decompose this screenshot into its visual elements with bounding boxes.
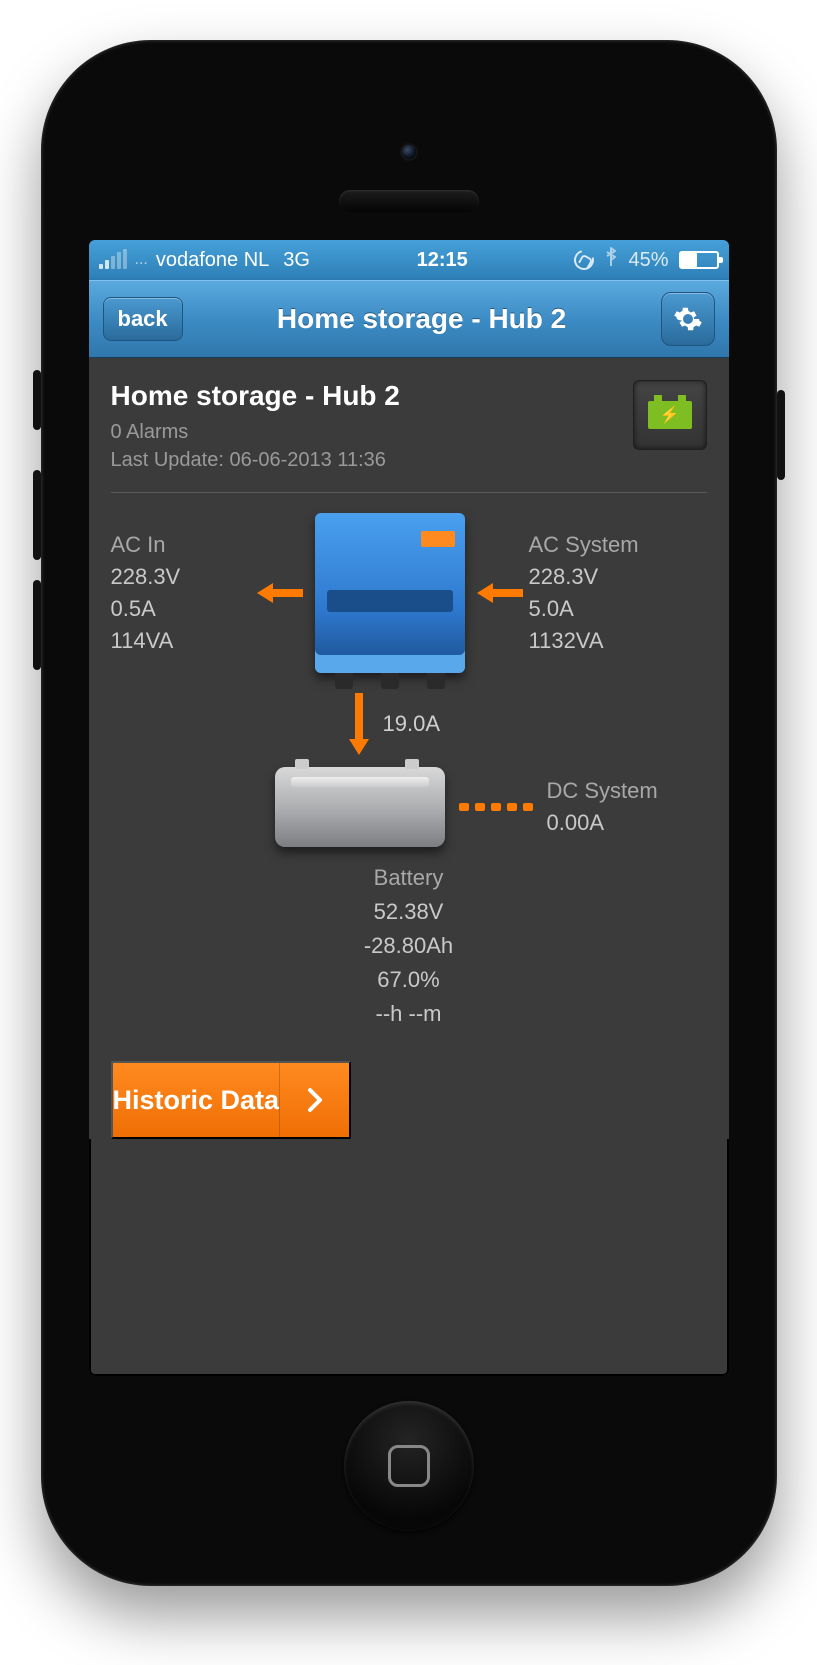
historic-data-label: Historic Data [113,1085,280,1116]
last-update: Last Update: 06-06-2013 11:36 [111,446,619,474]
inverter-icon [315,513,465,673]
ac-in-block: AC In 228.3V 0.5A 114VA [111,529,251,657]
arrow-left-icon [477,583,523,603]
home-button[interactable] [344,1401,474,1531]
phone-speaker [339,190,479,212]
bluetooth-icon [604,246,618,274]
ac-system-label: AC System [529,529,689,561]
historic-data-button[interactable]: Historic Data [111,1061,352,1139]
alarms-count: 0 Alarms [111,418,619,446]
dc-system-label: DC System [547,775,658,807]
battery-ttg: --h --m [111,997,707,1031]
nav-bar: back Home storage - Hub 2 [89,280,729,358]
phone-side-button [33,580,41,670]
battery-ah: -28.80Ah [111,929,707,963]
network-label: 3G [283,249,310,272]
ac-in-label: AC In [111,529,251,561]
phone-side-button [777,390,785,480]
power-diagram: AC In 228.3V 0.5A 114VA A [111,513,707,1031]
ac-in-voltage: 228.3V [111,561,251,593]
battery-icon [275,767,445,847]
flow-dashes-icon [459,803,533,811]
summary-header: Home storage - Hub 2 0 Alarms Last Updat… [111,380,707,474]
content: Home storage - Hub 2 0 Alarms Last Updat… [89,358,729,1139]
phone-side-button [33,370,41,430]
status-bar: ... vodafone NL 3G 12:15 45% [89,240,729,280]
divider [111,492,707,493]
phone-frame: ... vodafone NL 3G 12:15 45% back Home s… [41,40,777,1586]
settings-button[interactable] [661,292,715,346]
site-title: Home storage - Hub 2 [111,380,619,412]
ac-in-power: 114VA [111,625,251,657]
battery-stats: Battery 52.38V -28.80Ah 67.0% --h --m [111,861,707,1031]
gear-icon [673,304,703,334]
battery-label: Battery [111,861,707,895]
battery-percent: 45% [628,249,668,272]
signal-icon [99,251,127,269]
back-button[interactable]: back [103,297,183,341]
battery-voltage: 52.38V [111,895,707,929]
chevron-right-icon [279,1063,349,1137]
dc-system-block: DC System 0.00A [547,775,658,839]
arrow-down-icon [349,693,369,755]
carrier-label: vodafone NL [156,249,269,272]
phone-side-button [33,470,41,560]
ac-system-power: 1132VA [529,625,689,657]
battery-charging-icon: ⚡ [648,401,692,429]
rotation-lock-icon [571,246,598,273]
battery-status-tile[interactable]: ⚡ [633,380,707,450]
page-title: Home storage - Hub 2 [183,303,661,335]
battery-soc: 67.0% [111,963,707,997]
ac-system-block: AC System 228.3V 5.0A 1132VA [529,529,689,657]
charge-current: 19.0A [383,708,441,740]
arrow-left-icon [257,583,303,603]
clock: 12:15 [310,249,575,272]
ac-in-current: 0.5A [111,593,251,625]
dc-system-current: 0.00A [547,807,658,839]
screen: ... vodafone NL 3G 12:15 45% back Home s… [89,240,729,1376]
ac-system-current: 5.0A [529,593,689,625]
ac-system-voltage: 228.3V [529,561,689,593]
battery-icon [679,251,719,269]
